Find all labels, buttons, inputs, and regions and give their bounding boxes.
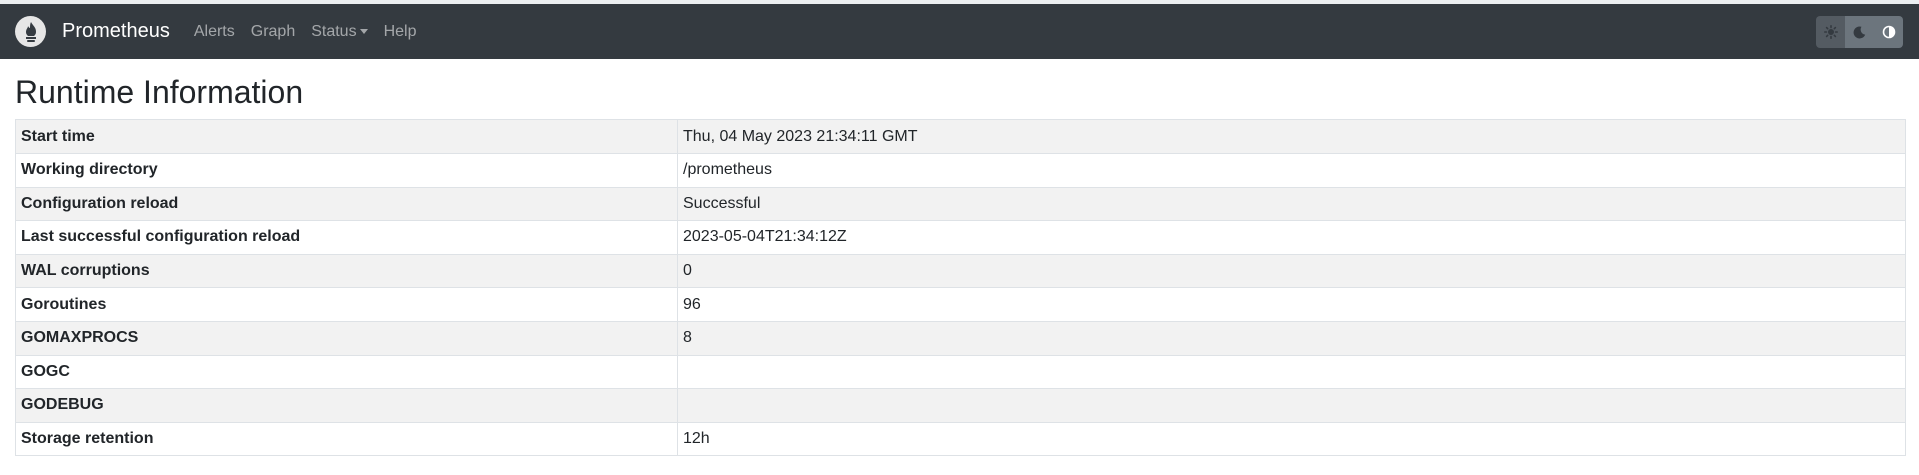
- chevron-down-icon: [359, 28, 368, 34]
- row-value: 2023-05-04T21:34:12Z: [677, 220, 1906, 255]
- table-row: Last successful configuration reload 202…: [15, 220, 1906, 255]
- theme-switcher: [1816, 16, 1903, 48]
- row-key: WAL corruptions: [15, 253, 678, 289]
- row-key: Goroutines: [15, 287, 678, 322]
- theme-light-button[interactable]: [1816, 16, 1845, 48]
- table-row: GOMAXPROCS 8: [15, 320, 1906, 356]
- table-row: GODEBUG: [15, 388, 1906, 423]
- main-content: Runtime Information Start time Thu, 04 M…: [0, 73, 1919, 457]
- navbar-brand[interactable]: Prometheus: [62, 20, 170, 43]
- nav-link-help[interactable]: Help: [384, 23, 417, 41]
- theme-dark-button[interactable]: [1845, 16, 1874, 48]
- moon-icon: [1853, 25, 1866, 38]
- row-key: Working directory: [15, 152, 678, 188]
- table-row: GOGC: [15, 354, 1906, 390]
- nav-dropdown-status[interactable]: Status: [311, 22, 368, 41]
- row-value: [677, 354, 1906, 390]
- row-key: Storage retention: [15, 421, 678, 457]
- table-row: Goroutines 96: [15, 287, 1906, 322]
- table-row: Configuration reload Successful: [15, 186, 1906, 222]
- row-value: Successful: [677, 186, 1906, 222]
- nav-link-alerts[interactable]: Alerts: [194, 23, 235, 41]
- row-key: Start time: [15, 119, 678, 154]
- row-value: 12h: [677, 421, 1906, 457]
- row-key: Last successful configuration reload: [15, 220, 678, 255]
- table-row: WAL corruptions 0: [15, 253, 1906, 289]
- theme-auto-button[interactable]: [1874, 16, 1903, 48]
- table-row: Start time Thu, 04 May 2023 21:34:11 GMT: [15, 119, 1906, 154]
- prometheus-logo-icon[interactable]: [15, 16, 46, 47]
- table-row: Working directory /prometheus: [15, 152, 1906, 188]
- row-value: /prometheus: [677, 152, 1906, 188]
- row-key: GODEBUG: [15, 388, 678, 423]
- row-key: GOMAXPROCS: [15, 320, 678, 356]
- row-value: 0: [677, 253, 1906, 289]
- runtime-info-table: Start time Thu, 04 May 2023 21:34:11 GMT…: [15, 119, 1906, 457]
- page-title: Runtime Information: [15, 74, 304, 110]
- row-value: [677, 388, 1906, 423]
- table-row: Storage retention 12h: [15, 421, 1906, 457]
- row-value: 8: [677, 320, 1906, 356]
- half-circle-icon: [1882, 25, 1895, 39]
- nav-link-graph[interactable]: Graph: [251, 23, 295, 41]
- sun-icon: [1823, 25, 1838, 39]
- row-key: GOGC: [15, 354, 678, 390]
- row-value: Thu, 04 May 2023 21:34:11 GMT: [677, 119, 1906, 154]
- row-value: 96: [677, 287, 1906, 322]
- navbar: Prometheus Alerts Graph Status Help: [0, 4, 1919, 59]
- row-key: Configuration reload: [15, 186, 678, 222]
- nav-dropdown-status-label: Status: [311, 22, 357, 40]
